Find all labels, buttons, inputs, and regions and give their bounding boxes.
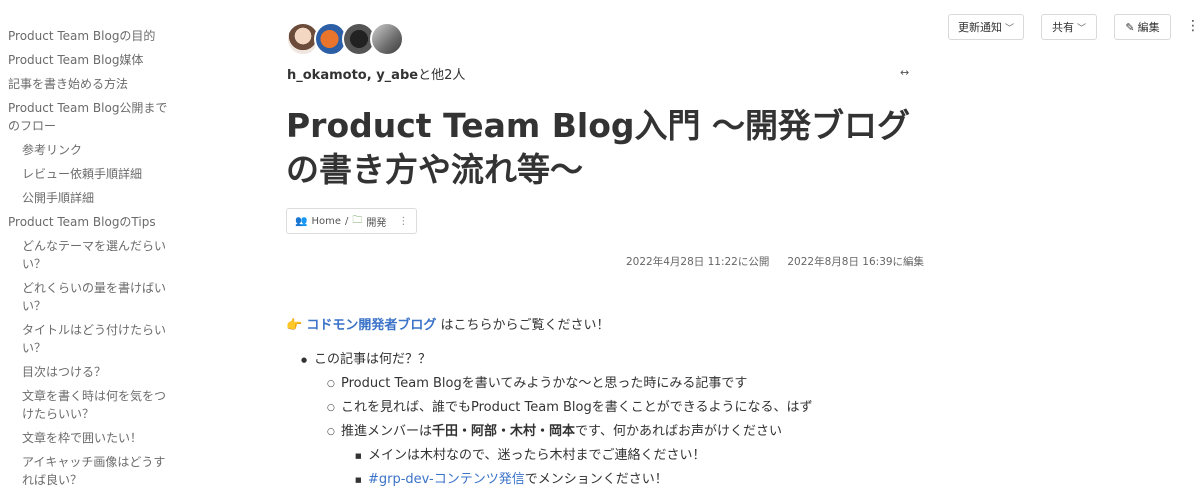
edited-date: 2022年8月8日 16:39に編集 (787, 256, 925, 268)
table-of-contents: Product Team Blogの目的 Product Team Blog媒体… (0, 24, 185, 492)
authors-rest[interactable]: と他2人 (418, 68, 465, 83)
list-item: メインは木村なので、迷ったら木村までご連絡ください！ (354, 444, 940, 468)
toc-item[interactable]: 目次はつける？ (0, 360, 185, 384)
list-item-text: これを見れば、誰でもProduct Team Blogを書くことができるようにな… (341, 400, 813, 415)
chevron-down-icon: ﹀ (1004, 23, 1014, 34)
toc-item[interactable]: 文章を枠で囲いたい！ (0, 426, 185, 450)
list-item-text: メインは木村なので、迷ったら木村までご連絡ください！ (368, 448, 706, 463)
intro-text: はこちらからご覧ください！ (436, 318, 610, 333)
share-label: 共有 (1051, 21, 1074, 34)
edit-label: 編集 (1137, 21, 1160, 34)
notify-label: 更新通知 (957, 21, 1002, 34)
breadcrumb: 👥 Home / 🗀 開発 ⋮ (286, 208, 418, 234)
toc-item[interactable]: 記事を書き始める方法 (0, 72, 185, 96)
page-title: Product Team Blog入門 〜開発ブログの書き方や流れ等〜 (286, 106, 910, 189)
authors-line: h_okamoto, y_abeと他2人 (287, 64, 465, 83)
published-date: 2022年4月28日 11:22に公開 (626, 256, 770, 268)
breadcrumb-folder[interactable]: 開発 (366, 214, 386, 229)
toc-item[interactable]: Product Team Blogの目的 (0, 24, 185, 48)
more-options-icon[interactable]: ⋮ (1186, 18, 1200, 34)
pointing-hand-icon: 👉 (286, 318, 303, 333)
pencil-icon: ✎ (1125, 20, 1135, 34)
chevron-down-icon: ﹀ (1076, 23, 1086, 34)
authors-main[interactable]: h_okamoto, y_abe (287, 68, 418, 83)
article-body-list: この記事は何だ？？ Product Team Blogを書いてみようかな〜と思っ… (300, 348, 940, 492)
expand-width-icon[interactable]: ↔ (900, 66, 909, 79)
list-item-text: この記事は何だ？？ (314, 352, 432, 367)
blog-link[interactable]: コドモン開発者ブログ (306, 318, 436, 333)
slack-channel-link[interactable]: #grp-dev-コンテンツ発信 (368, 472, 525, 487)
list-item-text: でメンションください！ (524, 472, 668, 487)
update-notification-button[interactable]: 更新通知 ﹀ (948, 14, 1024, 40)
toc-item[interactable]: タイトルはどう付けたらいい？ (0, 318, 185, 360)
list-item: この記事は何だ？？ (300, 348, 940, 372)
breadcrumb-home[interactable]: Home (311, 216, 341, 227)
author-avatars (286, 22, 404, 56)
toc-item[interactable]: どんなテーマを選んだらいい？ (0, 234, 185, 276)
list-item: これを見れば、誰でもProduct Team Blogを書くことができるようにな… (327, 396, 940, 420)
toc-item[interactable]: 参考リンク (0, 138, 185, 162)
intro-line: 👉 コドモン開発者ブログ はこちらからご覧ください！ (286, 314, 609, 333)
list-item-text: です、何かあればお声がけください (575, 424, 782, 439)
toc-item[interactable]: 文章を書く時は何を気をつけたらいい？ (0, 384, 185, 426)
share-button[interactable]: 共有 ﹀ (1041, 14, 1097, 40)
breadcrumb-separator: / (344, 215, 349, 227)
toc-item[interactable]: Product Team Blog公開までのフロー (0, 96, 185, 138)
list-item-text: 推進メンバーは (341, 424, 433, 439)
toc-item[interactable]: Product Team Blog媒体 (0, 48, 185, 72)
toc-item[interactable]: アイキャッチ画像はどうすれば良い？ (0, 450, 185, 492)
member-names: 千田・阿部・木村・岡本 (432, 424, 576, 439)
toc-item[interactable]: 公開手順詳細 (0, 186, 185, 210)
list-item: #grp-dev-コンテンツ発信でメンションください！ (354, 468, 940, 492)
folder-icon: 🗀 (352, 214, 363, 226)
post-dates: 2022年4月28日 11:22に公開 2022年8月8日 16:39に編集 (626, 254, 924, 269)
toc-item[interactable]: Product Team BlogのTips (0, 210, 185, 234)
breadcrumb-more-icon[interactable]: ⋮ (398, 216, 408, 227)
edit-button[interactable]: ✎ 編集 (1114, 14, 1171, 40)
list-item: 推進メンバーは千田・阿部・木村・岡本です、何かあればお声がけください (327, 420, 940, 444)
list-item: Product Team Blogを書いてみようかな〜と思った時にみる記事です (327, 372, 940, 396)
toc-item[interactable]: どれくらいの量を書けばいい？ (0, 276, 185, 318)
avatar[interactable] (370, 22, 404, 56)
list-item-text: Product Team Blogを書いてみようかな〜と思った時にみる記事です (341, 376, 748, 391)
group-icon: 👥 (295, 215, 308, 227)
toc-item[interactable]: レビュー依頼手順詳細 (0, 162, 185, 186)
